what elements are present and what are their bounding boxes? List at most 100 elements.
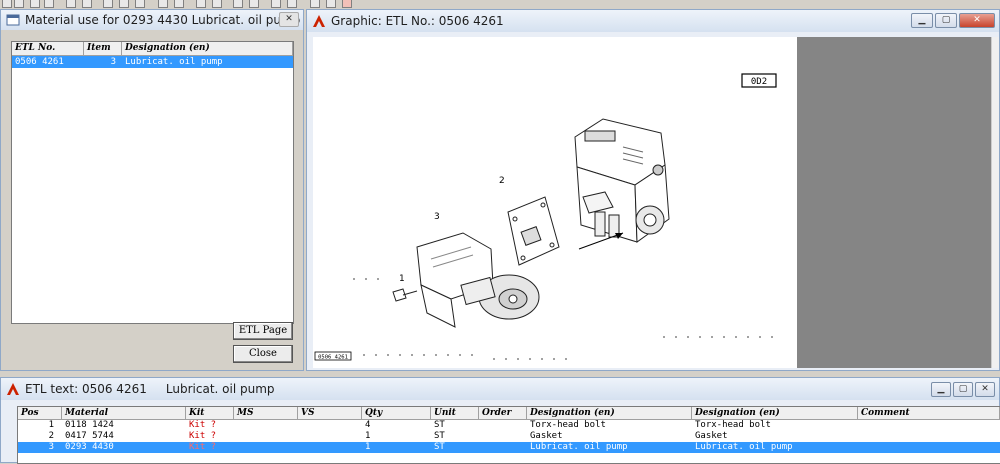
order-cell [479, 420, 527, 431]
main-toolbar [0, 0, 1000, 9]
exploded-drawing[interactable]: 0D2 2 3 1 0506 4261 [313, 37, 797, 368]
designation-2-cell: Lubricat. oil pump [695, 442, 793, 452]
column-header-kit[interactable]: Kit [186, 407, 234, 419]
column-header-vs[interactable]: VS [298, 407, 362, 419]
designation-cell: Lubricat. oil pump [125, 57, 223, 67]
list-item[interactable]: 0506 4261 3 Lubricat. oil pump [12, 56, 293, 68]
close-button[interactable]: Close [233, 345, 293, 363]
toolbar-button[interactable] [103, 0, 113, 8]
kit-cell: Kit ? [189, 442, 217, 452]
qty-cell: 1 [365, 431, 371, 441]
kit-cell: Kit ? [189, 420, 217, 430]
comment-cell [858, 442, 1000, 453]
qty-cell: 1 [365, 442, 371, 452]
vs-cell [298, 431, 362, 442]
column-header-designation-1[interactable]: Designation (en) [527, 407, 692, 419]
column-header-pos[interactable]: Pos [18, 407, 62, 419]
toolbar-button[interactable] [44, 0, 54, 8]
vertical-scrollbar[interactable] [991, 37, 999, 368]
table-row[interactable]: 2 0417 5744 Kit ? 1 ST Gasket Gasket [18, 431, 1000, 442]
comment-cell [858, 420, 1000, 431]
etl-no-cell: 0506 4261 [15, 57, 64, 67]
graphic-window: Graphic: ETL No.: 0506 4261 ▁ ▢ ✕ 0D2 2 … [306, 9, 1000, 371]
callout-1: 1 [399, 274, 405, 284]
drawing-number-label: 0506 4261 [318, 355, 348, 361]
material-use-list: ETL No. Item Designation (en) 0506 4261 … [11, 41, 294, 324]
close-icon[interactable]: ✕ [279, 12, 299, 27]
toolbar-button[interactable] [233, 0, 243, 8]
toolbar-button[interactable] [310, 0, 320, 8]
comment-cell [858, 431, 1000, 442]
material-use-titlebar: Material use for 0293 4430 Lubricat. oil… [1, 10, 303, 30]
qty-cell: 4 [365, 420, 371, 430]
column-header-material[interactable]: Material [62, 407, 186, 419]
engine-illustration [574, 118, 670, 243]
designation-2-cell: Gasket [695, 431, 728, 441]
vs-cell [298, 442, 362, 453]
toolbar-button[interactable] [30, 0, 40, 8]
designation-1-cell: Gasket [530, 431, 563, 441]
graphic-background [797, 37, 992, 368]
bolt-illustration [392, 288, 418, 302]
gasket-illustration [507, 196, 560, 266]
minimize-icon[interactable]: ▁ [911, 13, 933, 28]
order-cell [479, 431, 527, 442]
column-header-item[interactable]: Item [84, 42, 122, 55]
app-logo-icon [312, 14, 326, 28]
pos-cell: 2 [48, 431, 54, 441]
etl-page-button[interactable]: ETL Page [233, 322, 293, 340]
material-cell: 0417 5744 [65, 431, 114, 441]
toolbar-button[interactable] [196, 0, 206, 8]
toolbar-button[interactable] [66, 0, 76, 8]
column-header-designation[interactable]: Designation (en) [122, 42, 293, 55]
table-header: Pos Material Kit MS VS Qty Unit Order De… [18, 407, 1000, 420]
maximize-icon[interactable]: ▢ [953, 382, 973, 397]
material-cell: 0293 4430 [65, 442, 114, 452]
column-header-ms[interactable]: MS [234, 407, 298, 419]
etl-text-titlebar: ETL text: 0506 4261 Lubricat. oil pump [1, 378, 999, 400]
toolbar-button[interactable] [119, 0, 129, 8]
close-icon[interactable]: ✕ [975, 382, 995, 397]
toolbar-button[interactable] [174, 0, 184, 8]
column-header-unit[interactable]: Unit [431, 407, 479, 419]
toolbar-button[interactable] [158, 0, 168, 8]
toolbar-button[interactable] [342, 0, 352, 8]
material-use-window: Material use for 0293 4430 Lubricat. oil… [0, 9, 304, 371]
column-header-order[interactable]: Order [479, 407, 527, 419]
toolbar-button[interactable] [82, 0, 92, 8]
designation-1-cell: Torx-head bolt [530, 420, 606, 430]
column-header-comment[interactable]: Comment [858, 407, 1000, 419]
unit-cell: ST [434, 420, 445, 430]
column-header-qty[interactable]: Qty [362, 407, 431, 419]
table-row-selected[interactable]: 3 0293 4430 Kit ? 1 ST Lubricat. oil pum… [18, 442, 1000, 453]
callout-3: 3 [434, 212, 440, 222]
toolbar-button[interactable] [135, 0, 145, 8]
ms-cell [234, 420, 298, 431]
designation-1-cell: Lubricat. oil pump [530, 442, 628, 452]
unit-cell: ST [434, 431, 445, 441]
toolbar-button[interactable] [212, 0, 222, 8]
etl-text-window: ETL text: 0506 4261 Lubricat. oil pump ▁… [0, 377, 1000, 464]
unit-cell: ST [434, 442, 445, 452]
toolbar-button[interactable] [287, 0, 297, 8]
table-row[interactable]: 1 0118 1424 Kit ? 4 ST Torx-head bolt To… [18, 420, 1000, 431]
ms-cell [234, 442, 298, 453]
toolbar-button[interactable] [2, 0, 12, 8]
minimize-icon[interactable]: ▁ [931, 382, 951, 397]
item-cell: 3 [110, 57, 116, 67]
toolbar-button[interactable] [249, 0, 259, 8]
ms-cell [234, 431, 298, 442]
pos-cell: 1 [48, 420, 54, 430]
close-icon[interactable]: ✕ [959, 13, 995, 28]
toolbar-button[interactable] [14, 0, 24, 8]
callout-2: 2 [499, 176, 505, 186]
column-header-designation-2[interactable]: Designation (en) [692, 407, 858, 419]
vs-cell [298, 420, 362, 431]
etl-text-title: ETL text: 0506 4261 Lubricat. oil pump [25, 382, 275, 396]
material-use-title: Material use for 0293 4430 Lubricat. oil… [25, 13, 301, 27]
kit-cell: Kit ? [189, 431, 217, 441]
column-header-etl-no[interactable]: ETL No. [12, 42, 84, 55]
toolbar-button[interactable] [271, 0, 281, 8]
toolbar-button[interactable] [326, 0, 336, 8]
maximize-icon[interactable]: ▢ [935, 13, 957, 28]
